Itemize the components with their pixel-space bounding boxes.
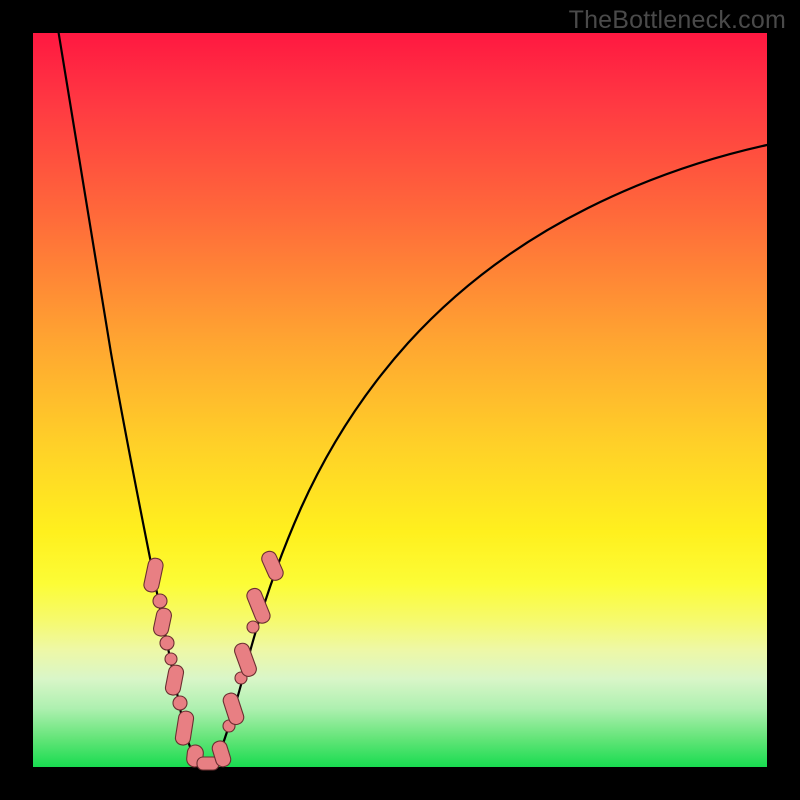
beads-left [143, 557, 204, 768]
plot-area [33, 33, 767, 767]
curve-left-branch [57, 23, 200, 765]
curve-layer [33, 33, 767, 767]
watermark-text: TheBottleneck.com [569, 6, 786, 35]
chart-frame: TheBottleneck.com [0, 0, 800, 800]
beads-right [211, 549, 286, 768]
curve-right-branch [215, 145, 767, 765]
